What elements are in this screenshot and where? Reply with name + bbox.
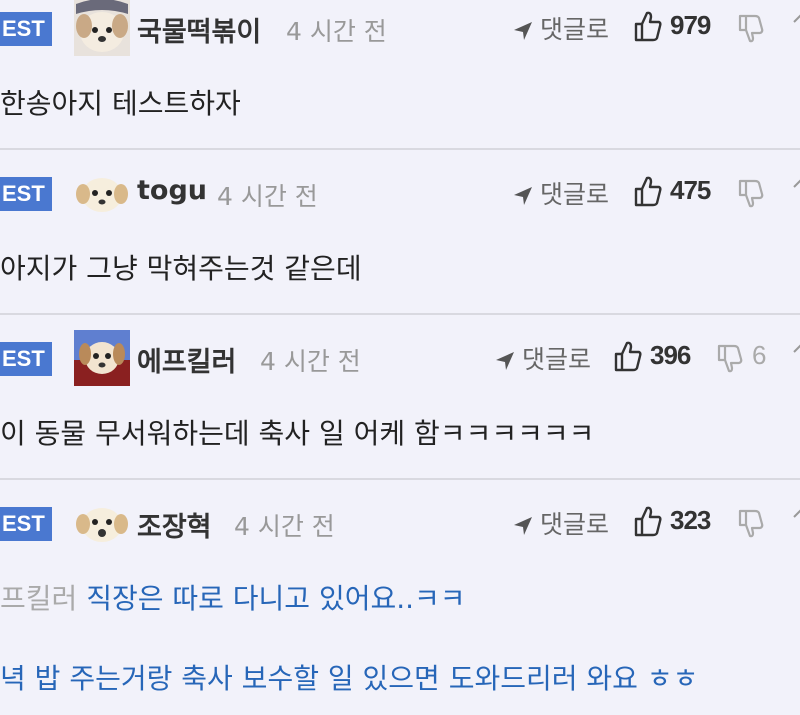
reply-button[interactable]: 댓글로	[512, 10, 609, 46]
nickname[interactable]: 국물떡볶이	[137, 10, 261, 49]
reply-mention[interactable]: 프킬러	[0, 582, 77, 615]
more-icon[interactable]	[792, 12, 800, 32]
like-count: 323	[670, 505, 711, 535]
more-icon[interactable]	[792, 342, 800, 362]
avatar[interactable]	[74, 495, 130, 551]
reply-button[interactable]: 댓글로	[512, 505, 609, 541]
timestamp: 4 시간 전	[286, 17, 387, 46]
reply-button[interactable]: 댓글로	[512, 175, 609, 211]
nickname[interactable]: 에프킬러	[137, 340, 236, 379]
thumbs-up-icon[interactable]	[634, 175, 662, 207]
user-badge: EST	[0, 342, 52, 376]
timestamp: 4 시간 전	[234, 512, 335, 541]
thumbs-down-icon[interactable]	[738, 179, 764, 209]
comment-text-line: 직장은 따로 다니고 있어요..ㅋㅋ	[86, 582, 466, 615]
comment-text: 아지가 그냥 막혀주는것 같은데	[0, 252, 362, 285]
avatar[interactable]	[74, 0, 130, 56]
like-count: 979	[670, 10, 711, 40]
user-badge: EST	[0, 177, 52, 211]
reply-label: 댓글로	[540, 180, 610, 209]
timestamp: 4 시간 전	[217, 182, 318, 211]
nickname[interactable]: togu	[137, 175, 207, 206]
reply-arrow-icon	[496, 352, 514, 370]
reply-button[interactable]: 댓글로	[494, 340, 591, 376]
dislike-count: 6	[752, 340, 767, 370]
more-icon[interactable]	[792, 177, 800, 197]
comment-list: EST 국물떡볶이 4 시간 전 댓글로 979 한송아지 테스트하자 EST	[0, 0, 800, 715]
reply-arrow-icon	[514, 187, 532, 205]
more-icon[interactable]	[792, 507, 800, 527]
like-count: 396	[650, 340, 691, 370]
user-badge: EST	[0, 507, 52, 541]
reply-label: 댓글로	[540, 15, 610, 44]
divider	[0, 478, 800, 480]
reply-arrow-icon	[514, 22, 532, 40]
comment-text: 한송아지 테스트하자	[0, 87, 241, 120]
thumbs-down-icon[interactable]	[717, 344, 743, 374]
divider	[0, 313, 800, 315]
reply-arrow-icon	[514, 517, 532, 535]
thumbs-down-icon[interactable]	[738, 14, 764, 44]
user-badge: EST	[0, 12, 52, 46]
thumbs-down-icon[interactable]	[738, 509, 764, 539]
comment-text-line: 녁 밥 주는거랑 축사 보수할 일 있으면 도와드리러 와요 ㅎㅎ	[0, 662, 699, 695]
comment-header: EST 에프킬러 4 시간 전 댓글로 396 6	[0, 330, 800, 386]
thumbs-up-icon[interactable]	[634, 505, 662, 537]
avatar[interactable]	[74, 165, 130, 221]
comment-header: EST 조장혁 4 시간 전 댓글로 323	[0, 495, 800, 551]
divider	[0, 148, 800, 150]
reply-label: 댓글로	[540, 510, 610, 539]
timestamp: 4 시간 전	[260, 347, 361, 376]
avatar[interactable]	[74, 330, 130, 386]
nickname[interactable]: 조장혁	[137, 505, 212, 544]
comment-text: 이 동물 무서워하는데 축사 일 어케 함ㅋㅋㅋㅋㅋㅋ	[0, 417, 595, 450]
comment-header: EST togu 4 시간 전 댓글로 475	[0, 165, 800, 221]
comment-header: EST 국물떡볶이 4 시간 전 댓글로 979	[0, 0, 800, 56]
like-count: 475	[670, 175, 711, 205]
thumbs-up-icon[interactable]	[634, 10, 662, 42]
thumbs-up-icon[interactable]	[614, 340, 642, 372]
comment-text: 프킬러 직장은 따로 다니고 있어요..ㅋㅋ	[0, 577, 466, 617]
reply-label: 댓글로	[522, 345, 592, 374]
